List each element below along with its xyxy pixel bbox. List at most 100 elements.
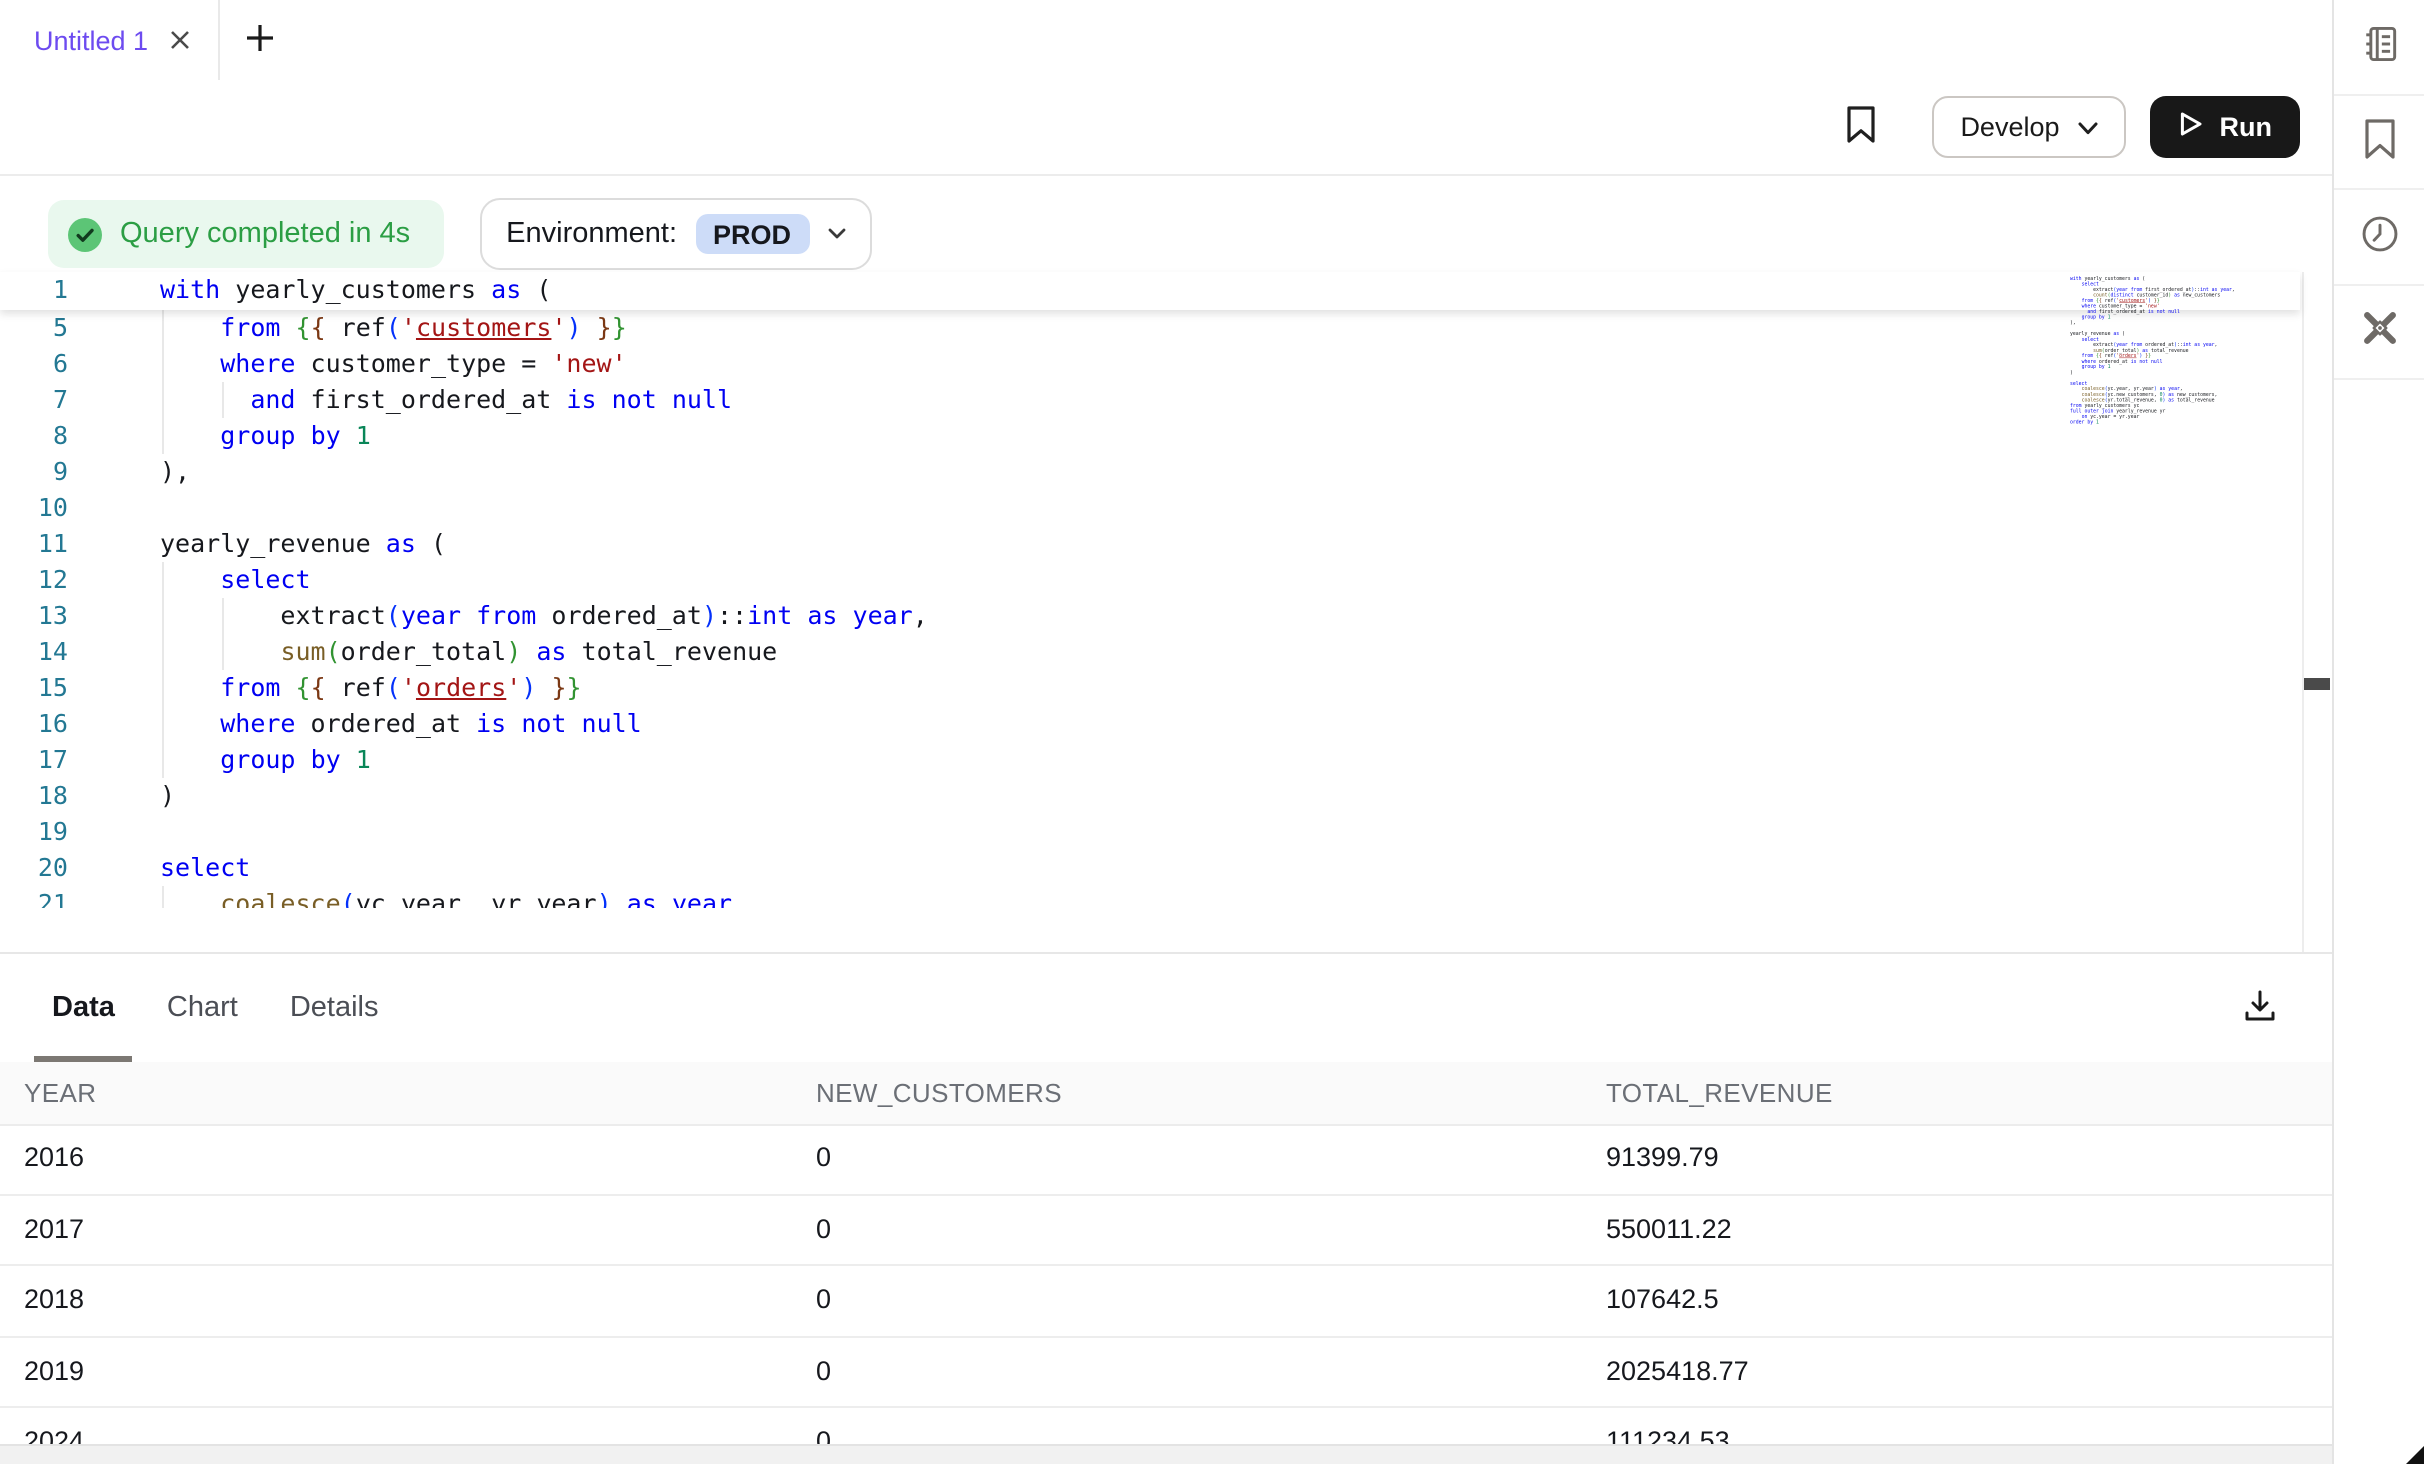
code-line-21[interactable]: 21 coalesce(yc.year, yr.year) as year, xyxy=(0,886,2300,908)
bookmark-button[interactable] xyxy=(1832,99,1888,155)
code-line-17[interactable]: 17 group by 1 xyxy=(0,742,2300,778)
code-line-1[interactable]: 1with yearly_customers as ( xyxy=(0,272,2300,308)
cell-new-customers: 0 xyxy=(816,1195,831,1264)
code-line-15[interactable]: 15 from {{ ref('orders') }} xyxy=(0,670,2300,706)
table-horizontal-scrollbar[interactable] xyxy=(0,1444,2332,1464)
results-panel: Data Chart Details YEAR NEW_CUSTOMERS TO… xyxy=(0,952,2332,1464)
cell-total-revenue: 111234.53 xyxy=(1606,1408,1730,1446)
history-clock-icon xyxy=(2357,212,2401,262)
code-line-19[interactable]: 19 xyxy=(0,814,2300,850)
tab-details[interactable]: Details xyxy=(290,954,379,1062)
table-row[interactable]: 2024 0 111234.53 xyxy=(0,1408,2332,1446)
table-row[interactable]: 2017 0 550011.22 xyxy=(0,1195,2332,1266)
environment-selector[interactable]: Environment: PROD xyxy=(480,198,871,270)
code-line-20[interactable]: 20select xyxy=(0,850,2300,886)
line-number: 15 xyxy=(0,670,68,706)
bookmarks-panel-button[interactable] xyxy=(2334,95,2424,190)
line-number: 9 xyxy=(0,454,68,490)
table-body: 2016091399.792017 0 550011.22 2018 0 107642.5… xyxy=(0,1124,2332,1446)
indent-guide xyxy=(222,598,224,670)
cell-total-revenue: 2025418.77 xyxy=(1606,1337,1749,1406)
cell-total-revenue: 91399.79 xyxy=(1606,1124,1719,1193)
code-line-7[interactable]: 7 and first_ordered_at is not null xyxy=(0,382,2300,418)
line-number: 18 xyxy=(0,778,68,814)
explore-compass-icon xyxy=(2357,307,2401,357)
ide-window: Untitled 1 Develop xyxy=(0,0,2424,1464)
editor-minimap[interactable]: with yearly_customers as ( select extrac… xyxy=(2070,276,2290,456)
code-line-18[interactable]: 18) xyxy=(0,778,2300,814)
line-number: 12 xyxy=(0,562,68,598)
line-number: 21 xyxy=(0,886,68,908)
results-tabs: Data Chart Details xyxy=(52,954,378,1062)
code-line-9[interactable]: 9), xyxy=(0,454,2300,490)
code-line-6[interactable]: 6 where customer_type = 'new' xyxy=(0,346,2300,382)
develop-label: Develop xyxy=(1960,112,2059,142)
code-line-13[interactable]: 13 extract(year from ordered_at)::int as… xyxy=(0,598,2300,634)
cell-new-customers: 0 xyxy=(816,1337,831,1406)
table-row[interactable]: 2019 0 2025418.77 xyxy=(0,1337,2332,1408)
query-status-badge: Query completed in 4s xyxy=(48,200,444,268)
tab-chart[interactable]: Chart xyxy=(167,954,238,1062)
indent-guide xyxy=(162,562,164,778)
code-lines[interactable]: 5 from {{ ref('customers') }}6 where cus… xyxy=(0,310,2300,908)
column-header-year: YEAR xyxy=(24,1062,96,1124)
cell-year: 2017 xyxy=(24,1195,84,1264)
history-panel-button[interactable] xyxy=(2334,190,2424,285)
plus-icon xyxy=(246,23,274,57)
line-number: 16 xyxy=(0,706,68,742)
scroll-position-indicator[interactable] xyxy=(2304,678,2330,690)
resize-handle[interactable] xyxy=(2406,1446,2424,1464)
line-number: 6 xyxy=(0,346,68,382)
line-number: 8 xyxy=(0,418,68,454)
tab-data[interactable]: Data xyxy=(52,954,115,1062)
line-number: 13 xyxy=(0,598,68,634)
cell-year: 2024 xyxy=(24,1408,84,1446)
tab-close-icon[interactable] xyxy=(166,26,194,54)
code-line-16[interactable]: 16 where ordered_at is not null xyxy=(0,706,2300,742)
code-line-10[interactable]: 10 xyxy=(0,490,2300,526)
bookmark-icon xyxy=(2361,118,2397,166)
chevron-down-icon xyxy=(827,228,845,240)
status-row: Query completed in 4s Environment: PROD xyxy=(48,198,871,270)
cell-year: 2019 xyxy=(24,1337,84,1406)
line-number: 19 xyxy=(0,814,68,850)
line-number: 20 xyxy=(0,850,68,886)
indent-guide xyxy=(222,382,224,418)
develop-dropdown-button[interactable]: Develop xyxy=(1932,96,2125,158)
code-line-5[interactable]: 5 from {{ ref('customers') }} xyxy=(0,310,2300,346)
cell-total-revenue: 107642.5 xyxy=(1606,1266,1719,1335)
code-line-11[interactable]: 11yearly_revenue as ( xyxy=(0,526,2300,562)
table-row[interactable]: 2018 0 107642.5 xyxy=(0,1266,2332,1337)
run-button[interactable]: Run xyxy=(2150,96,2301,158)
sticky-code-line[interactable]: 1with yearly_customers as ( xyxy=(0,272,2300,310)
cell-new-customers: 0 xyxy=(816,1266,831,1335)
toolbar: Develop Run xyxy=(0,80,2332,176)
tab-untitled-1[interactable]: Untitled 1 xyxy=(0,0,220,80)
explore-panel-button[interactable] xyxy=(2334,285,2424,380)
line-number: 14 xyxy=(0,634,68,670)
download-icon xyxy=(2242,987,2278,1029)
cell-new-customers: 0 xyxy=(816,1408,831,1446)
download-results-button[interactable] xyxy=(2236,984,2284,1032)
new-tab-button[interactable] xyxy=(232,12,288,68)
run-label: Run xyxy=(2220,112,2273,142)
indent-guide xyxy=(162,886,164,908)
table-row[interactable]: 2016091399.79 xyxy=(0,1124,2332,1195)
line-number: 17 xyxy=(0,742,68,778)
lineage-panel-button[interactable] xyxy=(2334,0,2424,95)
play-icon xyxy=(2178,110,2204,144)
tab-title: Untitled 1 xyxy=(34,25,148,55)
column-header-new-customers: NEW_CUSTOMERS xyxy=(816,1062,1062,1124)
code-line-12[interactable]: 12 select xyxy=(0,562,2300,598)
code-line-14[interactable]: 14 sum(order_total) as total_revenue xyxy=(0,634,2300,670)
environment-label: Environment: xyxy=(506,218,677,250)
code-line-8[interactable]: 8 group by 1 xyxy=(0,418,2300,454)
check-circle-icon xyxy=(68,217,102,251)
cell-total-revenue: 550011.22 xyxy=(1606,1195,1732,1264)
line-number: 5 xyxy=(0,310,68,346)
line-number: 11 xyxy=(0,526,68,562)
right-sidebar xyxy=(2332,0,2424,1464)
main-pane: Untitled 1 Develop xyxy=(0,0,2332,1464)
cell-year: 2018 xyxy=(24,1266,84,1335)
sql-editor[interactable]: 5 from {{ ref('customers') }}6 where cus… xyxy=(0,272,2332,952)
